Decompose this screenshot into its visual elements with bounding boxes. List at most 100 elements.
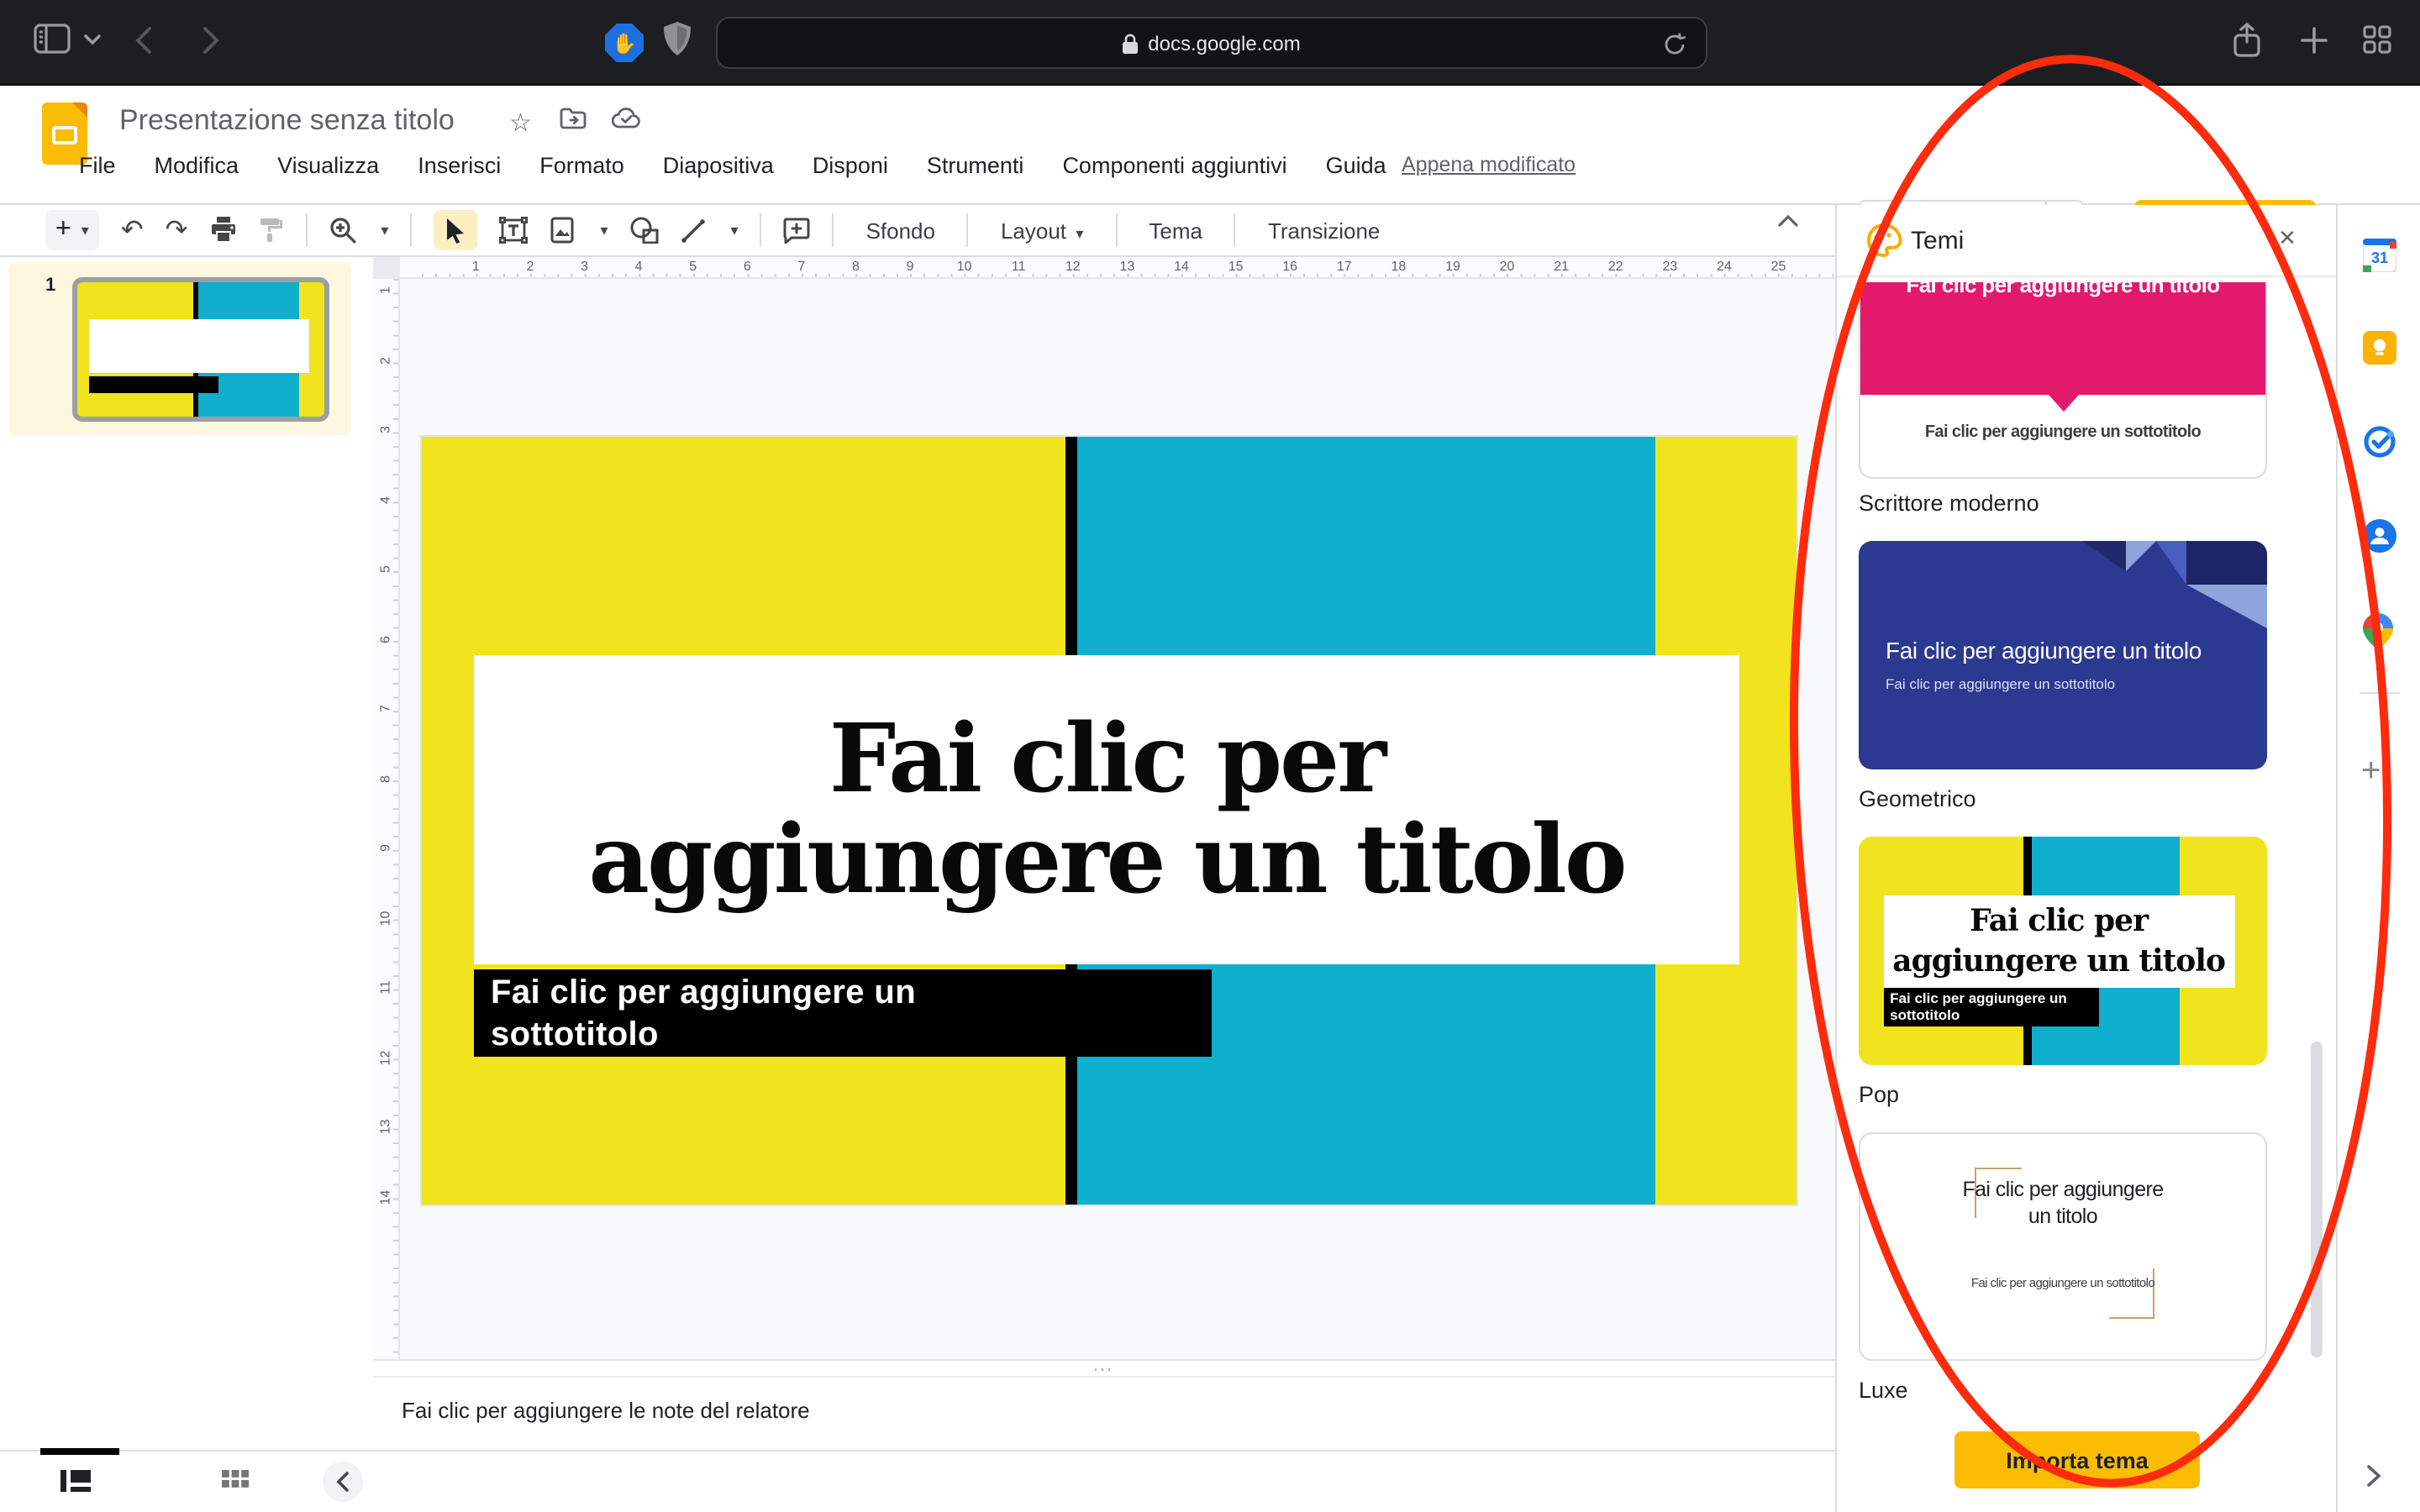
undo-icon[interactable]: ↶ — [121, 213, 144, 247]
menu-file[interactable]: File — [79, 153, 116, 178]
insert-line-icon[interactable] — [681, 218, 706, 243]
slide-title-placeholder[interactable]: Fai clic per aggiungere un titolo — [474, 655, 1739, 964]
theme-button[interactable]: Tema — [1139, 218, 1213, 243]
ruler-number: 2 — [373, 348, 400, 373]
theme-name: Luxe — [1859, 1378, 1908, 1403]
add-addon-icon[interactable]: + — [2361, 753, 2381, 791]
ruler-number: 14 — [1155, 257, 1209, 277]
back-icon[interactable] — [134, 25, 153, 55]
theme-name: Geometrico — [1859, 786, 1976, 811]
forward-icon[interactable] — [202, 25, 220, 55]
maps-icon[interactable] — [2363, 613, 2396, 647]
themes-panel-title: Temi — [1911, 227, 1964, 255]
tasks-icon[interactable] — [2363, 425, 2396, 459]
layout-button[interactable]: Layout ▾ — [991, 218, 1093, 243]
cloud-saved-icon[interactable] — [612, 108, 642, 129]
ruler-number: 14 — [373, 1184, 400, 1210]
print-icon[interactable] — [209, 217, 236, 244]
ruler-corner — [373, 257, 400, 279]
ruler-number: 15 — [1208, 257, 1263, 277]
theme-name: Pop — [1859, 1082, 1899, 1107]
ruler-number: 1 — [449, 257, 503, 277]
ruler-number: 4 — [612, 257, 666, 277]
theme-card-scrittore-moderno[interactable]: Fai clic per aggiungere un titolo Fai cl… — [1859, 282, 2267, 479]
theme-card-geometrico[interactable]: Fai clic per aggiungere un titolo Fai cl… — [1859, 541, 2267, 769]
document-title[interactable]: Presentazione senza titolo — [119, 104, 455, 138]
address-bar[interactable]: docs.google.com — [716, 17, 1707, 69]
slide-subtitle-placeholder[interactable]: Fai clic per aggiungere un sottotitolo — [474, 969, 1212, 1057]
reload-icon[interactable] — [1664, 32, 1686, 57]
menu-guida[interactable]: Guida — [1326, 153, 1386, 178]
paint-format-icon — [258, 217, 283, 244]
ruler-number: 19 — [1426, 257, 1481, 277]
keep-icon[interactable] — [2363, 331, 2396, 365]
ruler-number: 7 — [373, 696, 400, 722]
drag-dots-icon: ⋯ — [1092, 1363, 1116, 1373]
ruler-number: 22 — [1588, 257, 1643, 277]
theme-card-pop[interactable]: Fai clic per aggiungere un titolo Fai cl… — [1859, 837, 2267, 1065]
toolbar: + ▾ ↶ ↷ ▾ ▾ ▾ — [0, 205, 1835, 257]
app-header: Presentazione senza titolo ☆ File Modifi… — [0, 86, 2420, 205]
move-folder-icon[interactable] — [560, 108, 587, 129]
slide-1-thumbnail[interactable] — [72, 277, 329, 422]
menu-formato[interactable]: Formato — [539, 153, 624, 178]
last-modified-link[interactable]: Appena modificato — [1402, 153, 1576, 176]
vertical-ruler: 1234567891011121314 — [373, 279, 400, 1369]
notes-resize-handle[interactable]: ⋯ — [373, 1359, 1835, 1376]
panel-scrollbar[interactable] — [2311, 1042, 2323, 1357]
sidebar-chevron-icon[interactable] — [84, 34, 101, 45]
menu-componenti-aggiuntivi[interactable]: Componenti aggiuntivi — [1062, 153, 1286, 178]
insert-image-icon[interactable] — [550, 217, 575, 244]
ruler-number: 6 — [720, 257, 775, 277]
import-theme-button[interactable]: Importa tema — [1954, 1431, 2200, 1488]
ruler-number: 11 — [373, 975, 400, 1000]
slide-editor[interactable]: Fai clic per aggiungere un titolo Fai cl… — [422, 437, 1797, 1205]
calendar-icon[interactable]: 31 — [2363, 239, 2396, 272]
ruler-number: 2 — [503, 257, 558, 277]
tab-overview-icon[interactable] — [2363, 25, 2391, 54]
filmstrip-view-icon[interactable] — [60, 1470, 91, 1492]
star-icon[interactable]: ☆ — [509, 108, 532, 138]
close-panel-icon[interactable]: × — [2279, 222, 2296, 255]
browser-toolbar: ✋ docs.google.com — [0, 0, 2420, 86]
slide-thumbnail-row[interactable]: 1 — [8, 262, 351, 435]
menu-modifica[interactable]: Modifica — [155, 153, 239, 178]
share-icon[interactable] — [2232, 22, 2262, 59]
zoom-icon[interactable] — [329, 217, 355, 244]
line-dropdown-caret[interactable]: ▾ — [731, 221, 739, 239]
redo-icon[interactable]: ↷ — [166, 213, 188, 247]
expand-panel-icon[interactable] — [2366, 1465, 2381, 1487]
grid-view-icon[interactable] — [222, 1470, 249, 1488]
sidebar-toggle-icon[interactable] — [34, 24, 71, 54]
new-slide-button[interactable]: + ▾ — [45, 210, 99, 250]
insert-shape-icon[interactable] — [630, 217, 659, 244]
ruler-number: 24 — [1697, 257, 1752, 277]
text-box-icon[interactable] — [499, 217, 528, 244]
ruler-number: 16 — [1263, 257, 1318, 277]
menu-visualizza[interactable]: Visualizza — [277, 153, 379, 178]
select-tool-button[interactable] — [434, 210, 477, 250]
menu-inserisci[interactable]: Inserisci — [418, 153, 501, 178]
shield-extension-icon[interactable] — [664, 22, 691, 55]
speaker-notes[interactable]: Fai clic per aggiungere le note del rela… — [373, 1376, 1835, 1450]
new-tab-icon[interactable] — [2301, 27, 2328, 54]
collapse-toolbar-icon[interactable] — [1778, 215, 1798, 227]
ruler-number: 10 — [937, 257, 992, 277]
ruler-number: 12 — [373, 1045, 400, 1070]
insert-comment-icon[interactable] — [784, 217, 811, 244]
collapse-filmstrip-button[interactable] — [323, 1462, 363, 1502]
transition-button[interactable]: Transizione — [1258, 218, 1390, 243]
ruler-number: 6 — [373, 627, 400, 652]
theme-card-luxe[interactable]: Fai clic per aggiungere un titolo Fai cl… — [1859, 1132, 2267, 1361]
menu-diapositiva[interactable]: Diapositiva — [663, 153, 774, 178]
ruler-number: 21 — [1534, 257, 1589, 277]
image-dropdown-caret[interactable]: ▾ — [600, 221, 608, 239]
bottom-bar — [0, 1450, 1835, 1512]
zoom-dropdown-caret[interactable]: ▾ — [381, 221, 388, 239]
content-blocker-extension-icon[interactable]: ✋ — [605, 24, 644, 62]
menu-strumenti[interactable]: Strumenti — [927, 153, 1024, 178]
active-view-indicator — [40, 1448, 119, 1455]
menu-disponi[interactable]: Disponi — [813, 153, 888, 178]
contacts-icon[interactable] — [2363, 519, 2396, 553]
background-button[interactable]: Sfondo — [856, 218, 945, 243]
